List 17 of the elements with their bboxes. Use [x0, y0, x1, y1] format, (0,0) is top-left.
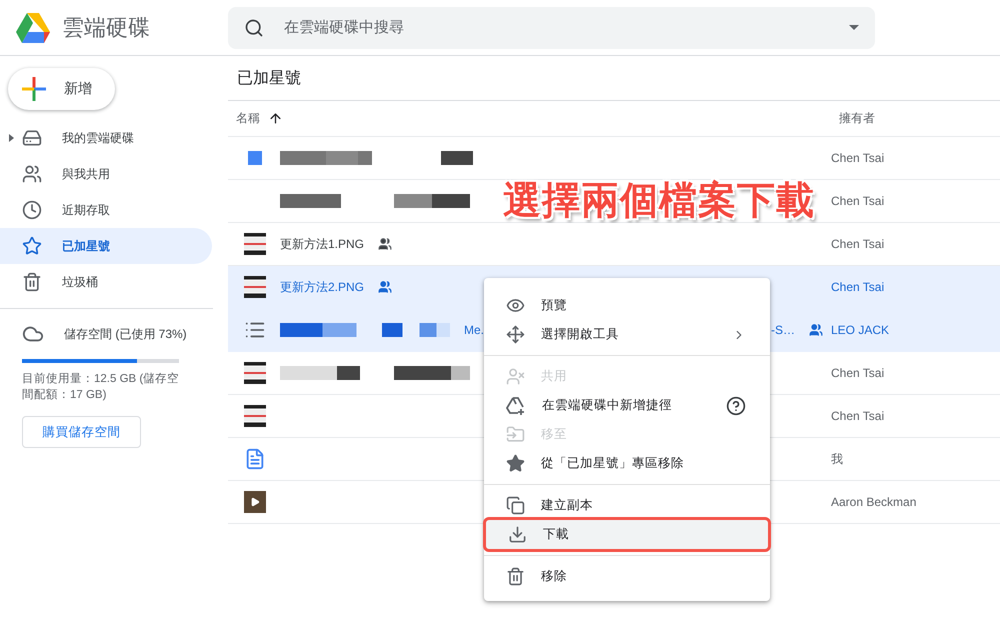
owner-name: LEO JACK [831, 323, 890, 337]
app-title: 雲端硬碟 [62, 14, 150, 42]
owner-name: Chen Tsai [831, 194, 886, 208]
file-name: 更新方法1.PNG [280, 236, 364, 252]
file-name: Me. [464, 323, 484, 337]
file-name: -S… [771, 323, 795, 337]
annotation-text: 選擇兩個檔案下載 [503, 180, 815, 222]
storage-label: 儲存空間 (已使用 73%) [64, 326, 187, 342]
owner-name: Chen Tsai [831, 280, 886, 294]
owner-name: Chen Tsai [831, 366, 886, 380]
owner-name: 我 [831, 450, 844, 468]
storage-usage-text: 目前使用量：12.5 GB (儲存空間配額：17 GB) [22, 371, 180, 403]
owner-name: Aaron Beckman [831, 495, 918, 509]
owner-name: Chen Tsai [831, 151, 886, 165]
owner-name: Chen Tsai [831, 237, 886, 251]
owner-name: Chen Tsai [831, 409, 886, 423]
file-name: 更新方法2.PNG [280, 278, 364, 296]
